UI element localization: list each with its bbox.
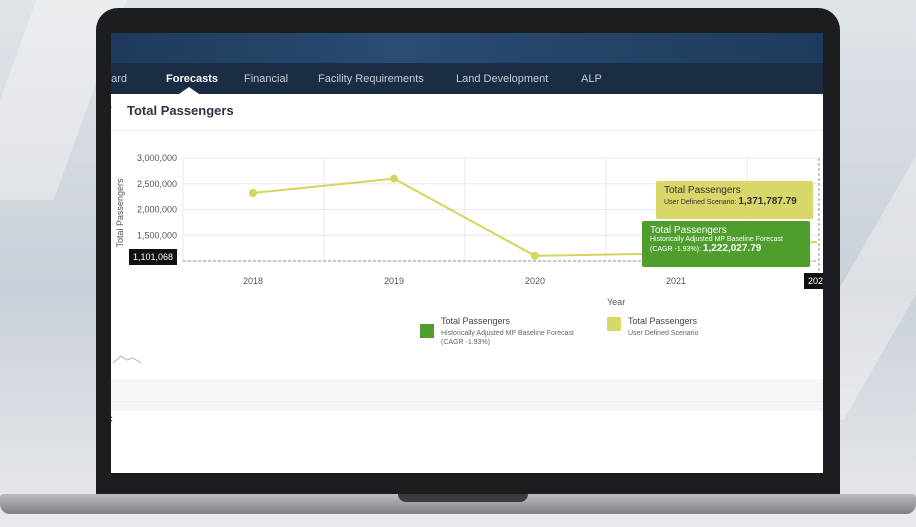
x-tick-label: 2021	[666, 276, 686, 286]
crosshair-y-value: 1,101,068	[129, 249, 178, 265]
data-point[interactable]	[390, 174, 398, 183]
tooltip-user-defined: Total Passengers User Defined Scenario: …	[656, 181, 813, 219]
next-section-label: c	[111, 413, 113, 425]
data-point[interactable]	[531, 251, 539, 260]
legend-sub-baseline: Historically Adjusted MP Baseline Foreca…	[441, 330, 574, 337]
legend-swatch-user-defined	[607, 317, 621, 331]
legend-title-baseline: Total Passengers	[441, 316, 511, 326]
x-tick-label: 2020	[525, 276, 545, 286]
laptop-notch	[398, 494, 528, 502]
x-tick-label: 2019	[384, 276, 404, 286]
legend-sub-user-defined: User Defined Scenario	[628, 330, 699, 337]
y-axis-label: Total Passengers	[115, 178, 125, 248]
y-tick-label: 2,500,000	[137, 179, 177, 189]
x-tick-label: 2018	[243, 276, 263, 286]
section-divider	[111, 401, 823, 402]
app-screen: oard Forecasts Financial Facility Requir…	[111, 33, 823, 473]
y-tick-label: 2,000,000	[137, 205, 177, 215]
sparkline-icon	[112, 355, 142, 364]
data-point[interactable]	[249, 189, 257, 198]
legend-swatch-baseline	[420, 324, 434, 338]
next-section-header	[111, 379, 823, 411]
y-tick-label: 3,000,000	[137, 153, 177, 163]
y-tick-label: 1,500,000	[137, 230, 177, 240]
x-axis-label: Year	[607, 297, 625, 307]
crosshair-x-value: 202	[804, 273, 823, 289]
legend-title-user-defined: Total Passengers	[628, 316, 698, 326]
tooltip-baseline-forecast: Total Passengers Historically Adjusted M…	[642, 221, 810, 267]
legend-cagr-baseline: (CAGR -1.93%)	[441, 339, 491, 346]
